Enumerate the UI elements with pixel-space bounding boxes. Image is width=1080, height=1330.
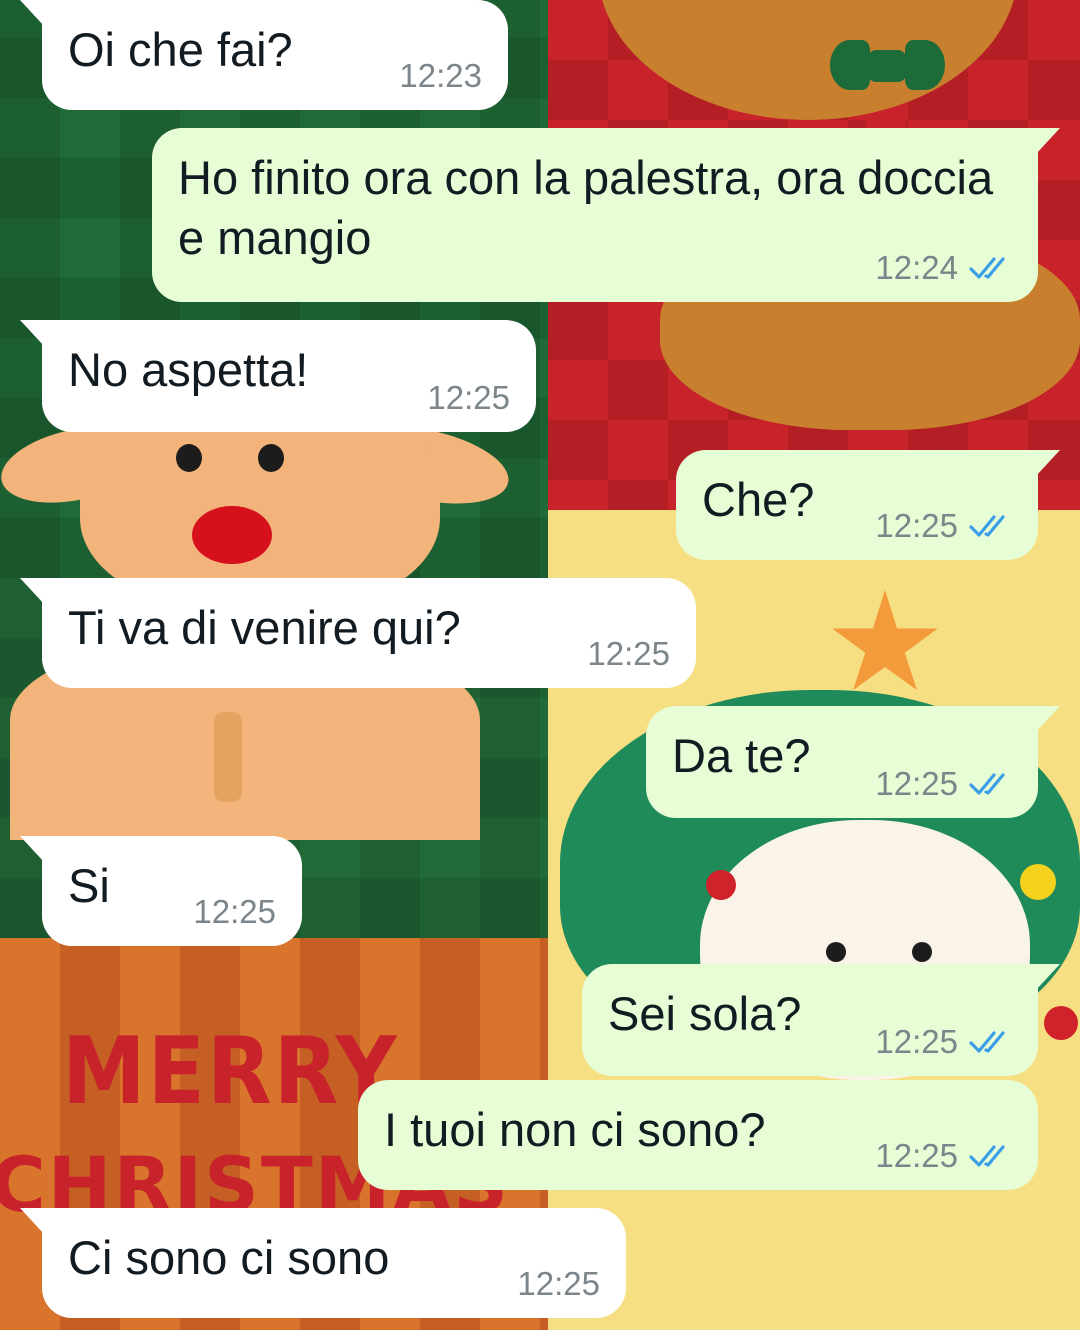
message-time: 12:25 xyxy=(875,507,958,544)
ornament-yellow xyxy=(1020,864,1056,900)
double-check-read-icon xyxy=(969,257,1005,279)
message-bubble-incoming[interactable]: Ci sono ci sono 12:25 xyxy=(20,1208,626,1318)
bowtie-left-illustration xyxy=(830,40,870,90)
message-meta: 12:25 xyxy=(587,636,670,672)
reindeer-nose xyxy=(192,506,272,564)
message-time: 12:25 xyxy=(875,765,958,802)
message-time: 12:25 xyxy=(875,1137,958,1174)
double-check-read-icon xyxy=(969,515,1005,537)
double-check-read-icon xyxy=(969,1145,1005,1167)
message-text: Che? xyxy=(702,473,815,526)
ornament-red-right xyxy=(1044,1006,1078,1040)
message-meta: 12:24 xyxy=(875,250,1012,286)
message-bubble-outgoing[interactable]: Da te? 12:25 xyxy=(646,706,1060,818)
message-bubble-outgoing[interactable]: Ho finito ora con la palestra, ora docci… xyxy=(152,128,1060,302)
reindeer-eye-right xyxy=(258,444,284,472)
message-text: Da te? xyxy=(672,729,811,782)
bowtie-knot-illustration xyxy=(868,50,906,82)
message-meta: 12:25 xyxy=(875,1138,1012,1174)
message-time: 12:25 xyxy=(193,893,276,930)
message-meta: 12:25 xyxy=(517,1266,600,1302)
message-text: Ho finito ora con la palestra, ora docci… xyxy=(178,151,1007,264)
message-time: 12:25 xyxy=(517,1265,600,1302)
message-time: 12:25 xyxy=(587,635,670,672)
message-text: Si xyxy=(68,859,110,912)
message-bubble-incoming[interactable]: Oi che fai? 12:23 xyxy=(20,0,508,110)
message-text: Oi che fai? xyxy=(68,23,293,76)
double-check-read-icon xyxy=(969,773,1005,795)
message-bubble-outgoing[interactable]: Sei sola? 12:25 xyxy=(582,964,1060,1076)
wallpaper-merry-text: MERRY xyxy=(62,1017,399,1125)
message-time: 12:25 xyxy=(875,1023,958,1060)
bowtie-right-illustration xyxy=(905,40,945,90)
message-meta: 12:25 xyxy=(193,894,276,930)
message-time: 12:25 xyxy=(427,379,510,416)
message-bubble-incoming[interactable]: Ti va di venire qui? 12:25 xyxy=(20,578,696,688)
message-bubble-outgoing[interactable]: Che? 12:25 xyxy=(676,450,1060,560)
message-bubble-incoming[interactable]: Si 12:25 xyxy=(20,836,302,946)
message-time: 12:24 xyxy=(875,249,958,286)
ornament-red xyxy=(706,870,736,900)
bunny-eye-right xyxy=(912,942,932,962)
bunny-eye-left xyxy=(826,942,846,962)
message-meta: 12:25 xyxy=(875,508,1012,544)
message-text: Ti va di venire qui? xyxy=(68,601,461,654)
message-bubble-outgoing[interactable]: I tuoi non ci sono? 12:25 xyxy=(358,1080,1038,1190)
message-meta: 12:23 xyxy=(399,58,482,94)
message-meta: 12:25 xyxy=(427,380,510,416)
message-meta: 12:25 xyxy=(875,766,1012,802)
message-text: Ci sono ci sono xyxy=(68,1231,390,1284)
double-check-read-icon xyxy=(969,1031,1005,1053)
reindeer-eye-left xyxy=(176,444,202,472)
message-text: Sei sola? xyxy=(608,987,802,1040)
message-text: I tuoi non ci sono? xyxy=(384,1103,766,1156)
reindeer-tail-illustration xyxy=(214,712,242,802)
message-text: No aspetta! xyxy=(68,343,309,396)
message-meta: 12:25 xyxy=(875,1024,1012,1060)
message-bubble-incoming[interactable]: No aspetta! 12:25 xyxy=(20,320,536,432)
message-time: 12:23 xyxy=(399,57,482,94)
